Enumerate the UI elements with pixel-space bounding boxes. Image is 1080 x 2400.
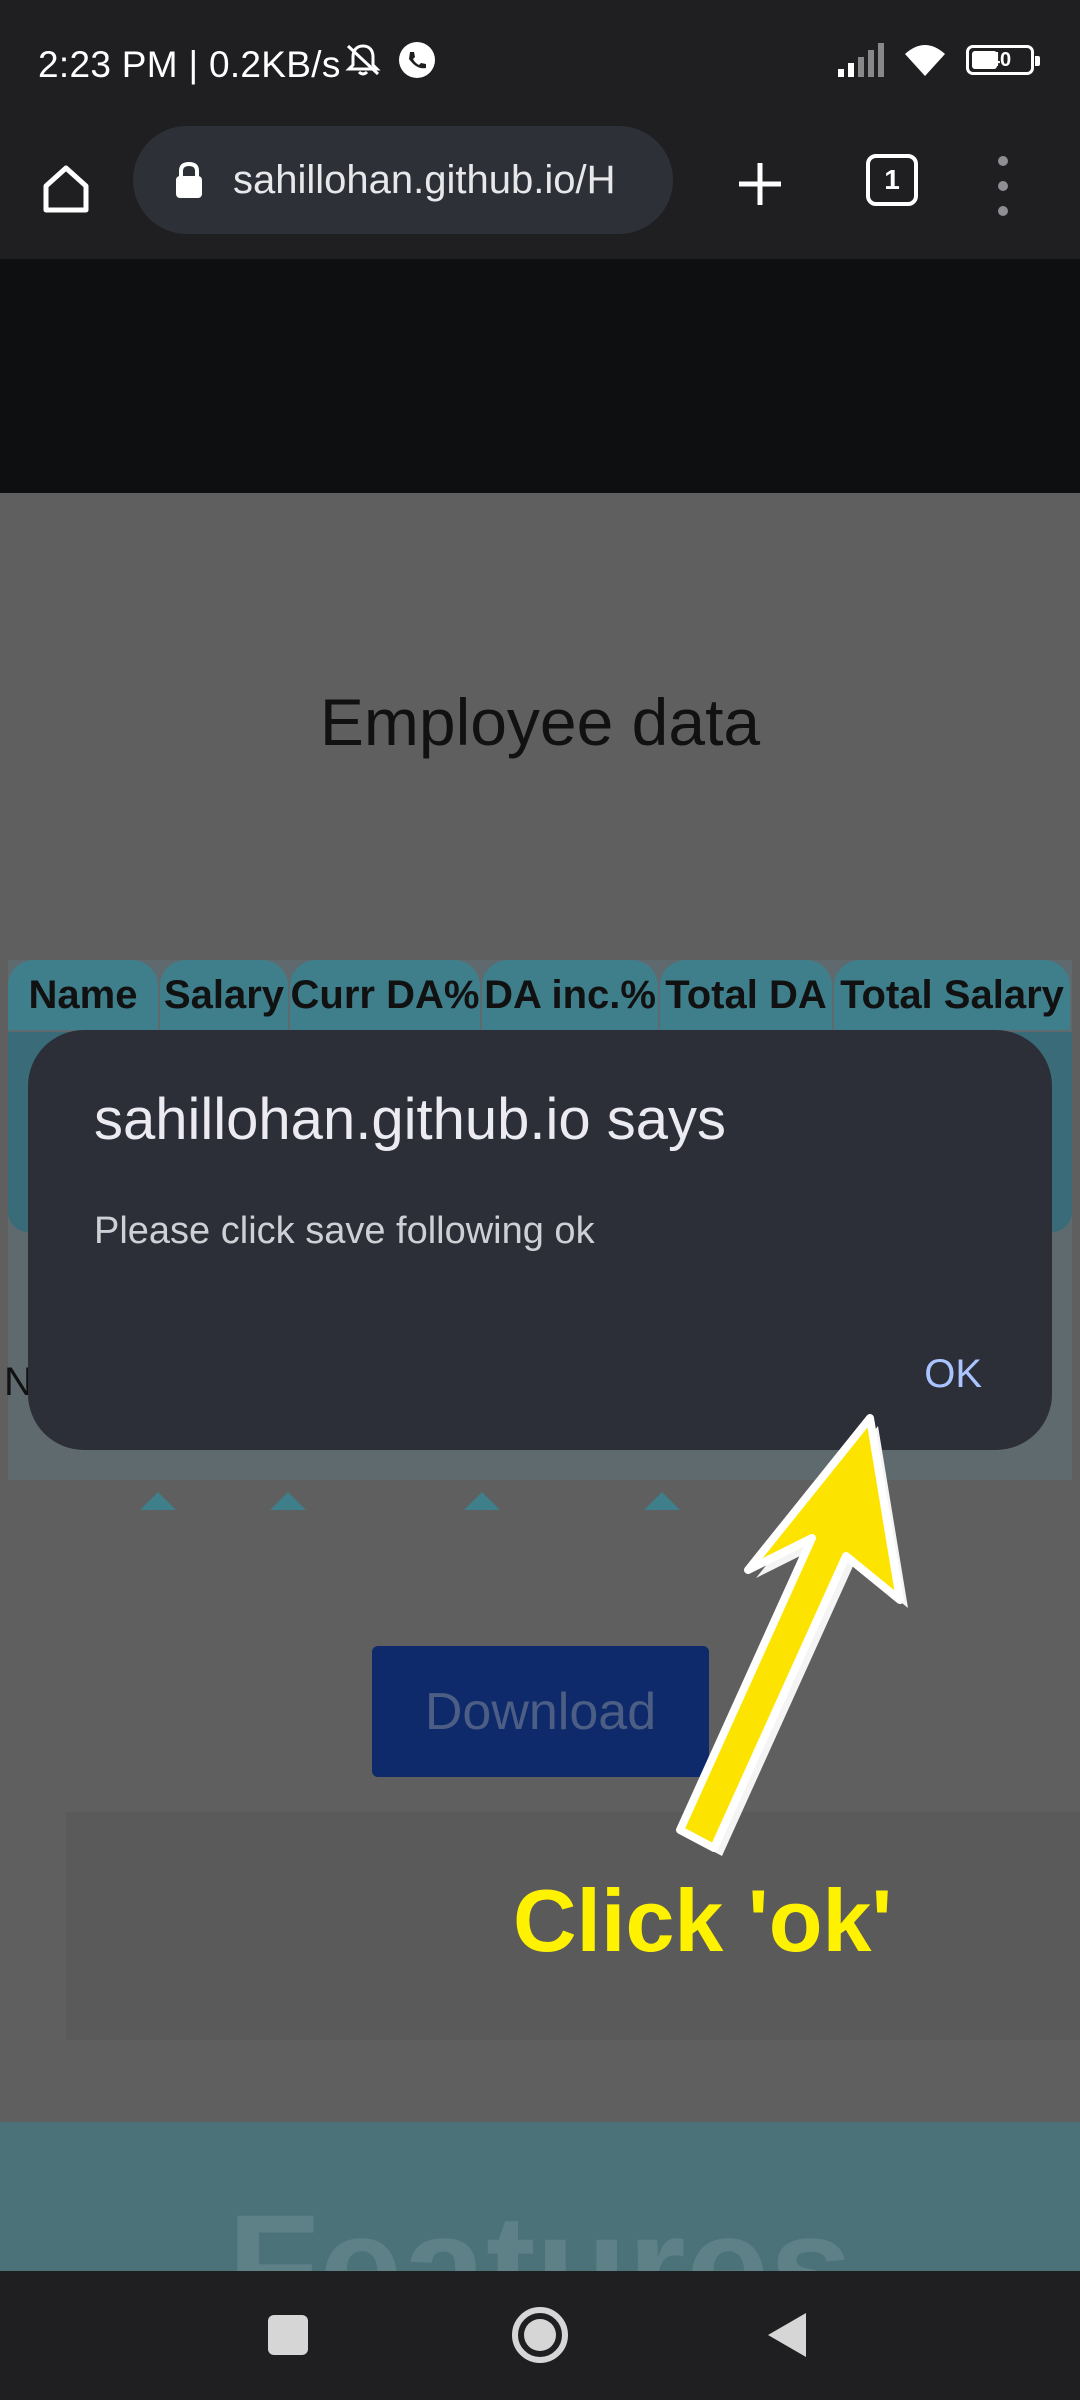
dialog-message: Please click save following ok — [94, 1210, 595, 1252]
instruction-annotation: Click 'ok' — [513, 1871, 893, 1970]
features-section: Features — [0, 2122, 1080, 2272]
signal-icon — [838, 43, 884, 77]
status-bar: 2:23 PM | 0.2KB/s 40 — [0, 0, 1080, 126]
pointer-arrow-icon — [676, 1414, 908, 1856]
dialog-title: sahillohan.github.io says — [94, 1087, 726, 1152]
column-header: DA inc.% — [482, 960, 658, 1030]
page-title: Employee data — [319, 685, 761, 759]
home-circle-icon — [524, 2319, 556, 2351]
menu-dot-icon — [998, 156, 1008, 166]
home-button[interactable] — [34, 156, 98, 220]
battery-level: 40 — [988, 48, 1012, 71]
system-nav-bar — [0, 2271, 1080, 2400]
ok-button[interactable]: OK — [924, 1352, 982, 1397]
menu-dot-icon — [998, 206, 1008, 216]
new-tab-button[interactable] — [728, 152, 792, 216]
url-bar[interactable]: sahillohan.github.io/H — [133, 126, 673, 234]
battery-icon: 40 — [966, 45, 1040, 75]
home-nav-button[interactable] — [512, 2307, 568, 2363]
alert-dialog: sahillohan.github.io says Please click s… — [28, 1030, 1052, 1450]
column-header: Name — [8, 960, 158, 1030]
browser-toolbar: sahillohan.github.io/H 1 — [0, 126, 1080, 259]
more-menu-button[interactable] — [988, 156, 1018, 216]
status-icons-right: 40 — [836, 42, 1040, 78]
menu-dot-icon — [998, 181, 1008, 191]
table-header: Name Salary Curr DA% DA inc.% Total DA T… — [8, 960, 1072, 1030]
status-icons-left — [343, 40, 437, 80]
column-header: Total Salary — [834, 960, 1070, 1030]
phone-call-icon — [399, 42, 435, 78]
column-divider-marker — [140, 1492, 176, 1510]
page-header-band — [0, 259, 1080, 493]
column-header: Curr DA% — [290, 960, 480, 1030]
muted-bell-icon — [345, 44, 381, 76]
column-divider-marker — [270, 1492, 306, 1510]
lock-icon — [169, 160, 209, 200]
back-button[interactable] — [768, 2313, 806, 2357]
tab-switcher-button[interactable]: 1 — [866, 154, 918, 206]
column-divider-marker — [464, 1492, 500, 1510]
url-text: sahillohan.github.io/H — [233, 157, 616, 202]
status-time: 2:23 PM | 0.2KB/s — [38, 44, 341, 85]
home-icon — [43, 165, 89, 213]
recents-button[interactable] — [268, 2315, 308, 2355]
features-heading: Features — [227, 2183, 853, 2272]
wifi-icon — [905, 45, 945, 76]
plus-icon — [739, 163, 781, 205]
column-header: Total DA — [660, 960, 832, 1030]
column-header: Salary — [160, 960, 288, 1030]
